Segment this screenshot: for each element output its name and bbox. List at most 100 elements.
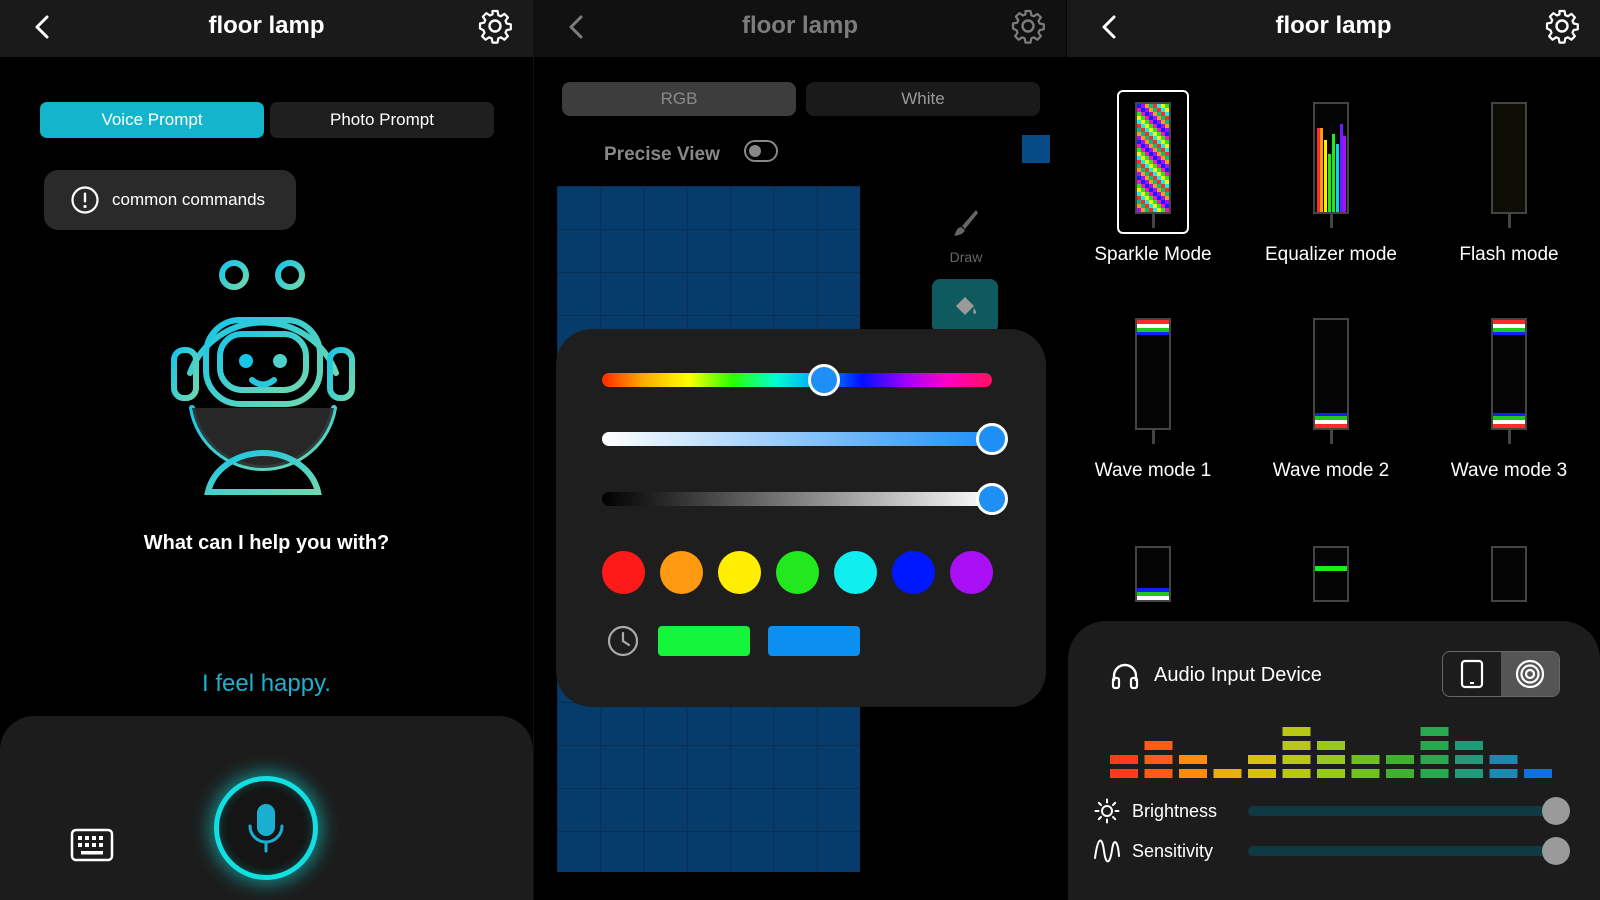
brightness-slider[interactable] bbox=[602, 483, 1008, 515]
mode-flash[interactable]: Flash mode bbox=[1424, 92, 1594, 266]
sparkle-pixel bbox=[1137, 160, 1141, 164]
sparkle-pixel bbox=[1161, 168, 1165, 172]
brightness-slider-thumb[interactable] bbox=[1542, 797, 1570, 825]
sparkle-pixel bbox=[1141, 200, 1145, 204]
current-color-swatch[interactable] bbox=[1022, 135, 1050, 163]
mode-label: Wave mode 3 bbox=[1450, 460, 1568, 481]
sparkle-pixel bbox=[1141, 116, 1145, 120]
brightness-slider[interactable] bbox=[1248, 797, 1570, 825]
tab-photo-prompt[interactable]: Photo Prompt bbox=[270, 102, 494, 138]
hue-slider[interactable] bbox=[602, 364, 992, 396]
sparkle-pixel bbox=[1137, 204, 1141, 208]
spectrum-bar-segment bbox=[1248, 755, 1276, 764]
sparkle-pixel bbox=[1149, 136, 1153, 140]
spectrum-bar-segment bbox=[1420, 727, 1449, 736]
sparkle-pixel bbox=[1145, 160, 1149, 164]
tab-rgb[interactable]: RGB bbox=[562, 82, 796, 116]
sparkle-pixel bbox=[1165, 116, 1169, 120]
lamp-stem bbox=[1507, 430, 1511, 444]
sparkle-pixel bbox=[1145, 108, 1149, 112]
audio-spectrum-visualizer bbox=[1110, 727, 1552, 778]
saturation-slider-knob[interactable] bbox=[976, 423, 1008, 455]
sparkle-pixel bbox=[1157, 192, 1161, 196]
fill-tool-button[interactable] bbox=[932, 279, 998, 333]
keyboard-icon[interactable] bbox=[70, 828, 114, 862]
settings-gear-icon[interactable] bbox=[477, 8, 513, 44]
sparkle-pixel bbox=[1145, 112, 1149, 116]
color-swatch[interactable] bbox=[660, 551, 703, 594]
mode-partial-2[interactable] bbox=[1246, 546, 1416, 602]
common-commands-button[interactable]: common commands bbox=[44, 170, 296, 230]
page-title: floor lamp bbox=[208, 12, 325, 39]
sparkle-pixel bbox=[1161, 132, 1165, 136]
tab-white[interactable]: White bbox=[806, 82, 1040, 116]
sparkle-pixel bbox=[1165, 152, 1169, 156]
mode-label: Sparkle Mode bbox=[1094, 244, 1212, 265]
device-phone-option[interactable] bbox=[1443, 652, 1501, 696]
sparkle-pixel bbox=[1157, 172, 1161, 176]
settings-gear-icon[interactable] bbox=[1544, 8, 1580, 44]
sparkle-pixel bbox=[1145, 196, 1149, 200]
sparkle-pixel bbox=[1153, 208, 1157, 212]
color-swatch[interactable] bbox=[776, 551, 819, 594]
brightness-slider-knob[interactable] bbox=[976, 483, 1008, 515]
mode-wave-1[interactable]: Wave mode 1 bbox=[1068, 318, 1238, 482]
sparkle-pixel bbox=[1157, 204, 1161, 208]
sparkle-pixel bbox=[1141, 172, 1145, 176]
spectrum-bar-segment bbox=[1248, 769, 1276, 778]
spectrum-bar-segment bbox=[1455, 769, 1483, 778]
sparkle-pixel bbox=[1145, 164, 1149, 168]
tab-voice-prompt[interactable]: Voice Prompt bbox=[40, 102, 264, 138]
sparkle-pattern bbox=[1137, 104, 1169, 212]
sparkle-pixel bbox=[1157, 200, 1161, 204]
sparkle-pixel bbox=[1149, 156, 1153, 160]
sparkle-pixel bbox=[1161, 208, 1165, 212]
draw-tool[interactable]: Draw bbox=[946, 208, 986, 265]
device-microphone-option[interactable] bbox=[1501, 652, 1559, 696]
sparkle-pixel bbox=[1141, 132, 1145, 136]
sparkle-pixel bbox=[1161, 152, 1165, 156]
mode-equalizer[interactable]: Equalizer mode bbox=[1246, 92, 1416, 266]
spectrum-bar-segment bbox=[1351, 769, 1380, 778]
sparkle-pixel bbox=[1157, 152, 1161, 156]
sparkle-pixel bbox=[1149, 196, 1153, 200]
mode-partial-3[interactable] bbox=[1424, 546, 1594, 602]
mode-sparkle[interactable]: Sparkle Mode bbox=[1068, 90, 1238, 266]
color-swatch[interactable] bbox=[892, 551, 935, 594]
wave1-pattern bbox=[1137, 320, 1169, 335]
top-bar: floor lamp bbox=[0, 0, 533, 57]
microphone-button[interactable] bbox=[214, 776, 318, 880]
sparkle-pixel bbox=[1165, 176, 1169, 180]
mode-wave-3[interactable]: Wave mode 3 bbox=[1424, 318, 1594, 482]
sparkle-pixel bbox=[1141, 188, 1145, 192]
sparkle-pixel bbox=[1137, 172, 1141, 176]
saturation-slider[interactable] bbox=[602, 423, 1008, 455]
color-swatch[interactable] bbox=[718, 551, 761, 594]
sparkle-pixel bbox=[1161, 148, 1165, 152]
color-swatch[interactable] bbox=[950, 551, 993, 594]
spectrum-bar-segment bbox=[1282, 769, 1311, 778]
color-swatch[interactable] bbox=[602, 551, 645, 594]
sparkle-pixel bbox=[1149, 120, 1153, 124]
sparkle-pixel bbox=[1145, 192, 1149, 196]
sparkle-pixel bbox=[1165, 168, 1169, 172]
voice-prompt-panel: floor lamp Voice Prompt Photo Prompt com… bbox=[0, 0, 533, 900]
sensitivity-slider[interactable] bbox=[1248, 837, 1570, 865]
preset-color-chip[interactable] bbox=[768, 626, 860, 656]
sparkle-pixel bbox=[1165, 184, 1169, 188]
sensitivity-slider-thumb[interactable] bbox=[1542, 837, 1570, 865]
color-swatch[interactable] bbox=[834, 551, 877, 594]
color-swatch-row bbox=[602, 551, 993, 594]
precise-view-toggle[interactable] bbox=[744, 140, 778, 162]
sparkle-pixel bbox=[1161, 192, 1165, 196]
sparkle-pixel bbox=[1145, 188, 1149, 192]
sparkle-pixel bbox=[1165, 140, 1169, 144]
history-clock-icon[interactable] bbox=[606, 624, 640, 658]
settings-gear-icon[interactable] bbox=[1010, 8, 1046, 44]
spectrum-bar-segment bbox=[1282, 727, 1311, 736]
hue-slider-knob[interactable] bbox=[808, 364, 841, 396]
mode-wave-2[interactable]: Wave mode 2 bbox=[1246, 318, 1416, 482]
preset-color-chip[interactable] bbox=[658, 626, 750, 656]
sparkle-pixel bbox=[1165, 160, 1169, 164]
mode-partial-1[interactable] bbox=[1068, 546, 1238, 602]
